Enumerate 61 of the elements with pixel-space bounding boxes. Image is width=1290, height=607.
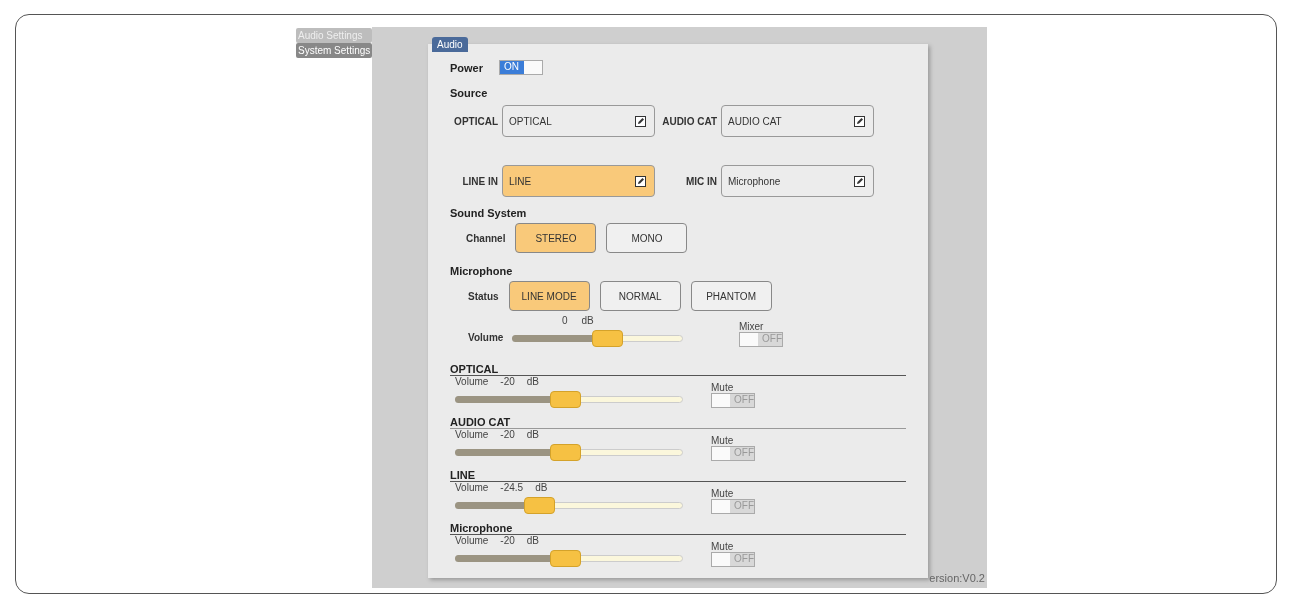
slider-thumb[interactable] [549,391,581,408]
volume-value: -20 [500,535,515,546]
mute-label: Mute [711,488,735,499]
channel-option[interactable]: MONO [606,223,688,253]
power-label: Power [450,61,483,74]
panel-tab[interactable]: Audio [432,37,468,52]
source-field[interactable]: LINE [502,165,655,197]
channel-title: Microphone [450,518,906,535]
volume-value: -24.5 [500,482,524,493]
source-label: AUDIO CAT [661,115,717,127]
volume-slider[interactable] [455,497,683,514]
source-field[interactable]: OPTICAL [502,105,655,137]
volume-value: -20 [500,429,515,440]
sidebar-item[interactable]: System Settings [296,43,372,58]
volume-label: Volume [455,535,489,546]
source-label: LINE IN [461,175,498,187]
slider-thumb[interactable] [591,330,623,347]
volume-label: Volume [468,332,505,343]
source-field[interactable]: Microphone [721,165,874,197]
mute-label: Mute [711,435,735,446]
channel-title: LINE [450,465,906,482]
channel-title: OPTICAL [450,359,906,376]
volume-slider[interactable] [455,444,683,461]
mute-label: Mute [711,541,735,552]
volume-label: Volume [455,429,489,440]
channel-option[interactable]: STEREO [515,223,597,253]
source-label: OPTICAL [453,115,498,127]
mixer-label: Mixer [739,321,765,332]
channel-label: Channel [466,232,506,244]
volume-unit: dB [526,429,540,440]
status-option[interactable]: NORMAL [599,281,681,311]
volume-slider[interactable] [512,330,683,347]
mute-label: Mute [711,382,735,393]
channel-title: AUDIO CAT [450,412,906,429]
volume-label: Volume [455,376,489,387]
toggle-switch[interactable]: ON [499,60,543,75]
slider-thumb[interactable] [549,550,581,567]
volume-value: 0 [562,315,568,326]
version-text: ersion:V0.2 [929,572,985,584]
edit-icon[interactable] [854,115,865,127]
section-title: Sound System [450,207,528,219]
volume-unit: dB [535,482,548,493]
edit-icon[interactable] [854,175,865,187]
volume-slider[interactable] [455,391,683,408]
volume-value: -20 [500,376,515,387]
source-label: MIC IN [684,175,717,187]
status-label: Status [468,290,499,302]
volume-unit: dB [581,315,594,326]
volume-slider[interactable] [455,550,683,567]
slider-thumb[interactable] [549,444,581,461]
edit-icon[interactable] [635,115,646,127]
volume-unit: dB [526,535,540,546]
section-title: Source [450,87,489,99]
edit-icon[interactable] [635,175,646,187]
volume-unit: dB [526,376,540,387]
status-option[interactable]: LINE MODE [508,281,590,311]
source-field[interactable]: AUDIO CAT [721,105,874,137]
volume-label: Volume [455,482,489,493]
section-title: Microphone [450,265,514,277]
slider-thumb[interactable] [523,497,555,514]
status-option[interactable]: PHANTOM [690,281,772,311]
